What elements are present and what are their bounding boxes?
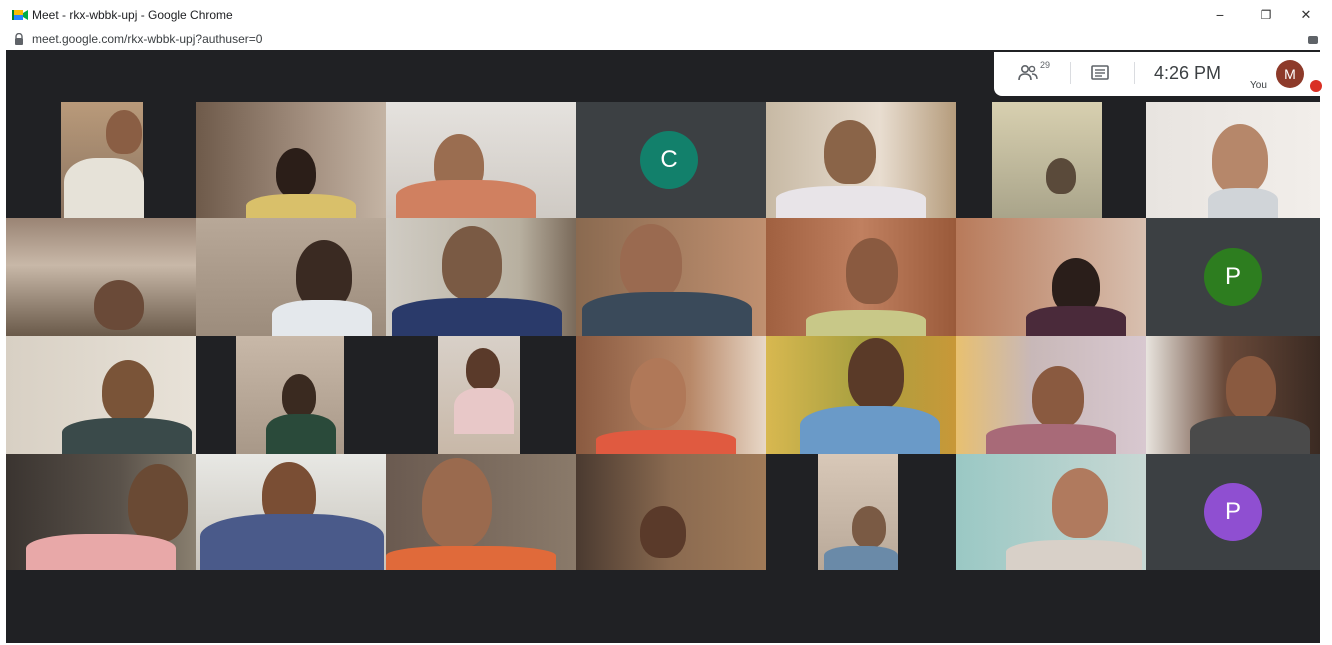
video-tile[interactable] xyxy=(6,218,196,336)
extension-icon[interactable] xyxy=(1308,36,1318,44)
restore-button[interactable]: ❐ xyxy=(1254,4,1278,26)
video-tile[interactable] xyxy=(196,102,386,218)
video-tile[interactable] xyxy=(956,336,1146,454)
video-tile[interactable] xyxy=(956,454,1146,570)
participant-avatar-p: P xyxy=(1204,483,1262,541)
video-tile[interactable]: P xyxy=(1146,454,1320,570)
video-tile[interactable] xyxy=(386,218,576,336)
participant-avatar-p: P xyxy=(1204,248,1262,306)
meet-favicon-icon xyxy=(12,10,28,20)
video-tile[interactable] xyxy=(386,336,576,454)
minimize-button[interactable]: − xyxy=(1208,4,1232,26)
video-tile[interactable] xyxy=(766,102,956,218)
video-tile[interactable] xyxy=(6,454,196,570)
video-tile[interactable] xyxy=(576,454,766,570)
video-tile[interactable] xyxy=(386,102,576,218)
video-tile[interactable] xyxy=(196,336,386,454)
divider xyxy=(1134,62,1135,84)
video-tile[interactable] xyxy=(576,218,766,336)
close-button[interactable]: ✕ xyxy=(1294,4,1318,26)
video-tile[interactable] xyxy=(766,336,956,454)
url-text[interactable]: meet.google.com/rkx-wbbk-upj?authuser=0 xyxy=(32,32,262,46)
video-tile[interactable] xyxy=(766,218,956,336)
participant-count: 29 xyxy=(1040,60,1051,70)
meeting-clock: 4:26 PM xyxy=(1154,63,1222,83)
video-tile[interactable] xyxy=(1146,336,1320,454)
participant-avatar-c: C xyxy=(640,131,698,189)
video-tile[interactable] xyxy=(386,454,576,570)
chat-icon[interactable] xyxy=(1088,62,1112,84)
people-icon[interactable] xyxy=(1016,62,1040,84)
you-label: You xyxy=(1250,80,1267,91)
video-tile[interactable]: P xyxy=(1146,218,1320,336)
lock-icon[interactable] xyxy=(14,33,24,45)
video-tile[interactable] xyxy=(196,454,386,570)
notification-dot xyxy=(1310,80,1322,92)
self-avatar[interactable]: M xyxy=(1276,60,1304,88)
window-title: Meet - rkx-wbbk-upj - Google Chrome xyxy=(32,8,233,22)
video-tile[interactable]: C xyxy=(576,102,766,218)
video-tile[interactable] xyxy=(956,102,1146,218)
video-tile[interactable] xyxy=(576,336,766,454)
video-tile[interactable] xyxy=(6,336,196,454)
video-tile[interactable] xyxy=(956,218,1146,336)
video-tile[interactable] xyxy=(196,218,386,336)
video-tile[interactable] xyxy=(1146,102,1320,218)
video-tile[interactable] xyxy=(6,102,196,218)
divider xyxy=(1070,62,1071,84)
video-tile[interactable] xyxy=(766,454,956,570)
